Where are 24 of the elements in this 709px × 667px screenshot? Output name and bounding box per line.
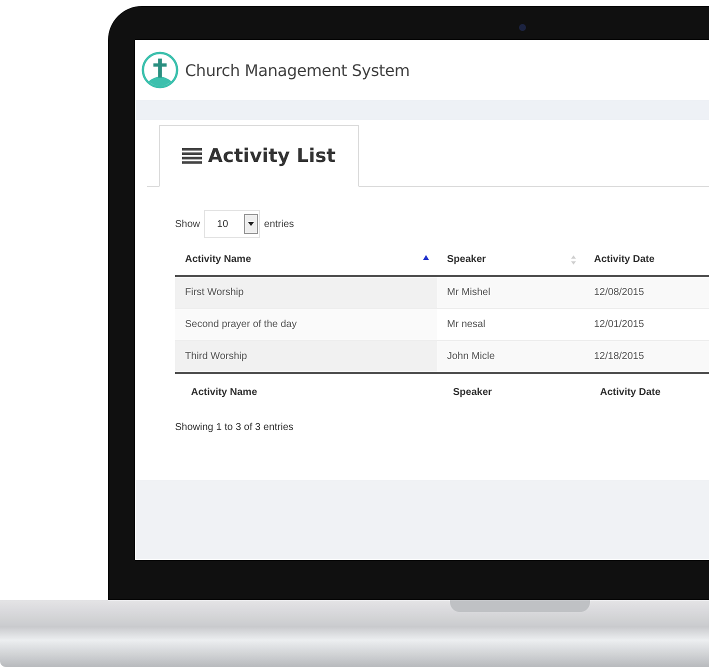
show-label: Show xyxy=(175,218,200,230)
entries-label: entries xyxy=(264,218,294,230)
table-cell: Third Worship xyxy=(175,340,437,373)
caret-icon xyxy=(248,222,254,226)
list-icon xyxy=(182,148,202,164)
camera-icon xyxy=(519,24,526,31)
column-footer: Activity Name xyxy=(175,373,437,410)
table-cell: 12/18/2015 xyxy=(584,340,709,373)
table-cell: Mr Mishel xyxy=(437,276,584,308)
app-title: Church Management System xyxy=(185,60,410,80)
table-cell: 12/01/2015 xyxy=(584,308,709,340)
table-cell: Mr nesal xyxy=(437,308,584,340)
column-footer: Speaker xyxy=(437,373,584,410)
entries-info: Showing 1 to 3 of 3 entries xyxy=(175,422,294,433)
table-cell: Second prayer of the day xyxy=(175,308,437,340)
sort-icon xyxy=(571,255,576,265)
table-cell: John Micle xyxy=(437,340,584,373)
table-cell: 12/08/2015 xyxy=(584,276,709,308)
activity-list-tab[interactable]: Activity List xyxy=(159,125,359,187)
entries-select[interactable]: 10 xyxy=(204,210,260,238)
column-footer: Activity Date xyxy=(584,373,709,410)
cross-logo-icon xyxy=(141,51,179,89)
sort-ascending-icon xyxy=(423,255,429,260)
table-cell: First Worship xyxy=(175,276,437,308)
